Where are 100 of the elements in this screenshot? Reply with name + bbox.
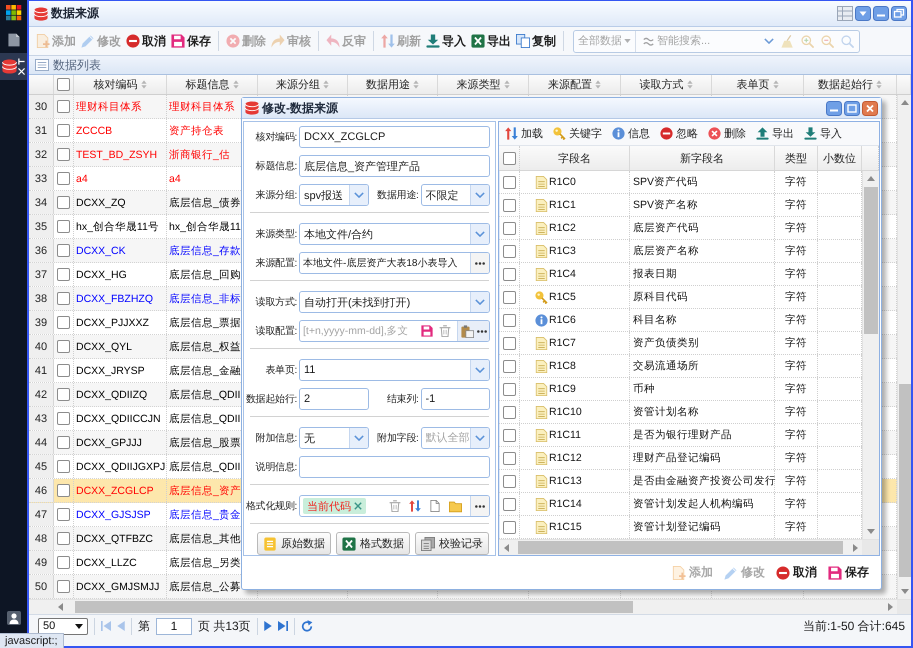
row-number: 30 [29, 95, 54, 118]
table-cell: DCXX_GPJJJ [74, 431, 167, 454]
table-cell: R1C4 [549, 268, 576, 280]
table-cell: 报表日期 [630, 263, 775, 285]
table-cell: R1C3 [549, 245, 576, 257]
table-cell: R1C8 [549, 360, 576, 372]
row-number: 34 [29, 191, 54, 214]
table-cell: R1C9 [549, 383, 576, 395]
pager-label: 页 共13页 [198, 618, 251, 634]
row-number: 38 [29, 287, 54, 310]
row-number: 44 [29, 431, 54, 454]
table-cell: 理财产品登记编码 [630, 447, 775, 469]
table-cell: R1C12 [549, 452, 582, 464]
table-cell: SPV资产名称 [630, 194, 775, 216]
table-cell: 是否由金融资产投资公司发行 [630, 470, 775, 492]
field-label: 结束列: [386, 392, 420, 406]
row-number: 33 [29, 167, 54, 190]
row-number: 50 [29, 575, 54, 598]
row-number: 39 [29, 311, 54, 334]
row-number: 37 [29, 263, 54, 286]
table-cell: a4 [74, 167, 167, 190]
table-cell: DCXX_CK [74, 239, 167, 262]
table-cell: 字符 [775, 470, 818, 492]
table-cell: ZCCCB [74, 119, 167, 142]
row-number: 45 [29, 455, 54, 478]
table-cell: R1C11 [549, 429, 581, 441]
pager-summary: 当前:1-50 合计:645 [802, 618, 905, 634]
row-number: 42 [29, 383, 54, 406]
table-cell: R1C14 [549, 498, 582, 510]
table-cell: R1C10 [549, 406, 582, 418]
row-number: 32 [29, 143, 54, 166]
table-cell: DCXX_ZQ [74, 191, 167, 214]
table-cell: 资管计划发起人机构编码 [630, 493, 775, 515]
table-cell: 字符 [775, 424, 818, 446]
table-cell: 字符 [775, 355, 818, 377]
table-cell: 币种 [630, 378, 775, 400]
table-cell: 字符 [775, 263, 818, 285]
table-cell: TEST_BD_ZSYH [74, 143, 167, 166]
table-cell: 资管计划登记编码 [630, 516, 775, 538]
table-cell: 字符 [775, 240, 818, 262]
link-status-text: javascript:; [0, 633, 64, 648]
table-cell: 科目名称 [630, 309, 775, 331]
table-cell: 底层资产名称 [630, 240, 775, 262]
table-cell: 底层资产代码 [630, 217, 775, 239]
table-cell: 字符 [775, 447, 818, 469]
table-cell: 理财科目体系 [74, 95, 167, 118]
table-cell: DCXX_HG [74, 263, 167, 286]
table-cell: DCXX_QDIIJGXPJ [74, 455, 167, 478]
dialog-title: 修改-数据来源 [262, 100, 338, 116]
table-cell: DCXX_QDIICCJN [74, 407, 167, 430]
table-cell: 原科目代码 [630, 286, 775, 308]
table-cell: 是否为银行理财产品 [630, 424, 775, 446]
panel-title: 数据列表 [53, 56, 101, 74]
window-title: 数据来源 [51, 5, 99, 22]
table-cell: hx_创合华晟11号 [74, 215, 167, 238]
field-label: 附加字段: [376, 432, 420, 445]
table-cell: DCXX_JRYSP [74, 359, 167, 382]
row-number: 43 [29, 407, 54, 430]
table-cell: SPV资产代码 [630, 171, 775, 193]
table-cell: R1C7 [549, 337, 576, 349]
row-number: 41 [29, 359, 54, 382]
row-number: 31 [29, 119, 54, 142]
row-number: 35 [29, 215, 54, 238]
table-cell: 字符 [775, 401, 818, 423]
table-cell: R1C0 [549, 176, 576, 188]
table-cell: R1C15 [549, 521, 582, 533]
field-label: 数据用途: [376, 189, 420, 202]
table-cell: 字符 [775, 309, 818, 331]
table-cell: 字符 [775, 217, 818, 239]
table-cell: 字符 [775, 378, 818, 400]
table-cell: R1C2 [549, 222, 576, 234]
row-number: 48 [29, 527, 54, 550]
table-cell: DCXX_GJSJSP [74, 503, 167, 526]
table-cell: DCXX_FBZHZQ [74, 287, 167, 310]
table-cell: R1C6 [549, 314, 576, 326]
table-cell: DCXX_QTFBZC [74, 527, 167, 550]
row-number: 36 [29, 239, 54, 262]
table-cell: 字符 [775, 286, 818, 308]
table-cell: 字符 [775, 332, 818, 354]
table-cell: DCXX_QDIIZQ [74, 383, 167, 406]
row-number: 46 [29, 479, 54, 502]
field-label: 表单页: [264, 364, 298, 377]
table-cell: 资管计划名称 [630, 401, 775, 423]
table-cell: 字符 [775, 493, 818, 515]
row-number: 47 [29, 503, 54, 526]
table-cell: DCXX_PJJXXZ [74, 311, 167, 334]
table-cell: R1C5 [549, 291, 576, 303]
table-cell: DCXX_GMJSMJJ [74, 575, 167, 598]
row-number: 49 [29, 551, 54, 574]
table-cell: R1C13 [549, 475, 582, 487]
table-cell: DCXX_LLZC [74, 551, 167, 574]
table-cell: 交易流通场所 [630, 355, 775, 377]
pager-label: 第 [138, 618, 150, 634]
table-cell: DCXX_QYL [74, 335, 167, 358]
table-cell: R1C1 [549, 199, 576, 211]
table-cell: 字符 [775, 516, 818, 538]
row-number: 40 [29, 335, 54, 358]
table-cell: DCXX_ZCGLCP [74, 479, 167, 502]
table-cell: 资产负债类别 [630, 332, 775, 354]
table-cell: 字符 [775, 194, 818, 216]
